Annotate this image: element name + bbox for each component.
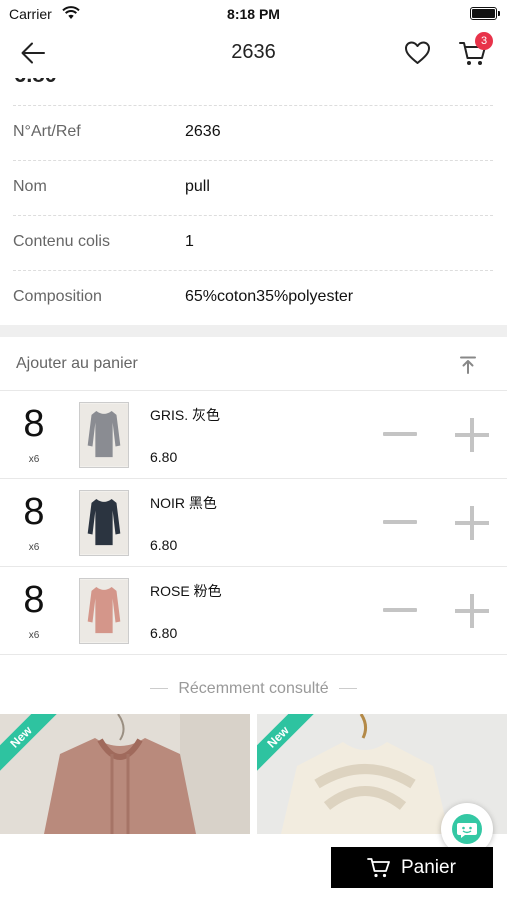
recently-viewed-title: Récemment consulté — [178, 680, 329, 697]
variant-pack-size: x6 — [28, 542, 40, 553]
product-price: 6.80 — [14, 78, 57, 88]
variant-quantity[interactable]: 8 — [12, 579, 56, 622]
variant-thumbnail — [79, 490, 129, 556]
increase-quantity-button[interactable] — [455, 594, 489, 628]
variant-thumbnail — [79, 578, 129, 644]
attr-value: 1 — [185, 233, 194, 250]
variant-name: GRIS. 灰色 — [150, 407, 221, 423]
nav-bar: 2636 3 — [0, 28, 507, 78]
increase-quantity-button[interactable] — [455, 418, 489, 452]
variant-price: 6.80 — [150, 537, 178, 553]
variant-row-rose: 8 x6 ROSE 粉色 6.80 — [0, 567, 507, 655]
variant-pack-size: x6 — [28, 454, 40, 465]
variant-pack-size: x6 — [28, 630, 40, 641]
decrease-quantity-button[interactable] — [383, 520, 417, 524]
attr-value: 65%coton35%polyester — [185, 288, 354, 305]
variant-quantity[interactable]: 8 — [12, 403, 56, 446]
section-separator — [0, 325, 507, 337]
attr-row-nom: Nom pull — [0, 160, 507, 215]
battery-icon — [470, 7, 500, 20]
variant-quantity[interactable]: 8 — [12, 491, 56, 534]
add-to-cart-title: Ajouter au panier — [16, 355, 138, 372]
panier-button-label: Panier — [401, 857, 456, 878]
attr-key: Composition — [13, 288, 102, 305]
variant-price: 6.80 — [150, 449, 178, 465]
chat-icon — [452, 814, 482, 844]
divider — [150, 688, 169, 690]
product-details: 6.80 N°Art/Ref 2636 Nom pull Contenu col… — [0, 78, 507, 326]
divider — [338, 688, 357, 690]
status-bar: Carrier 8:18 PM — [0, 0, 507, 28]
attr-key: Nom — [13, 178, 47, 195]
heart-icon[interactable] — [404, 40, 431, 66]
collapse-to-top-icon[interactable] — [458, 355, 478, 375]
increase-quantity-button[interactable] — [455, 506, 489, 540]
recently-viewed-heading: Récemment consulté — [0, 680, 507, 698]
chat-smile-icon — [457, 823, 477, 838]
cart-count-badge: 3 — [475, 32, 493, 50]
attr-row-ref: N°Art/Ref 2636 — [0, 105, 507, 160]
attr-key: N°Art/Ref — [13, 123, 81, 140]
variant-thumbnail — [79, 402, 129, 468]
attr-key: Contenu colis — [13, 233, 110, 250]
variant-name: ROSE 粉色 — [150, 583, 222, 599]
variant-row-noir: 8 x6 NOIR 黑色 6.80 — [0, 479, 507, 567]
panier-button[interactable]: Panier — [331, 847, 493, 888]
attr-value: pull — [185, 178, 210, 195]
attr-value: 2636 — [185, 123, 221, 140]
variant-row-gris: 8 x6 GRIS. 灰色 6.80 — [0, 391, 507, 479]
variant-price: 6.80 — [150, 625, 178, 641]
attr-row-composition: Composition 65%coton35%polyester — [0, 270, 507, 325]
add-to-cart-header: Ajouter au panier — [0, 337, 507, 391]
recent-product-card[interactable]: New — [0, 714, 250, 834]
status-time: 8:18 PM — [227, 6, 280, 22]
decrease-quantity-button[interactable] — [383, 608, 417, 612]
decrease-quantity-button[interactable] — [383, 432, 417, 436]
attr-row-contenu: Contenu colis 1 — [0, 215, 507, 270]
cart-icon — [367, 858, 390, 878]
variant-name: NOIR 黑色 — [150, 495, 217, 511]
